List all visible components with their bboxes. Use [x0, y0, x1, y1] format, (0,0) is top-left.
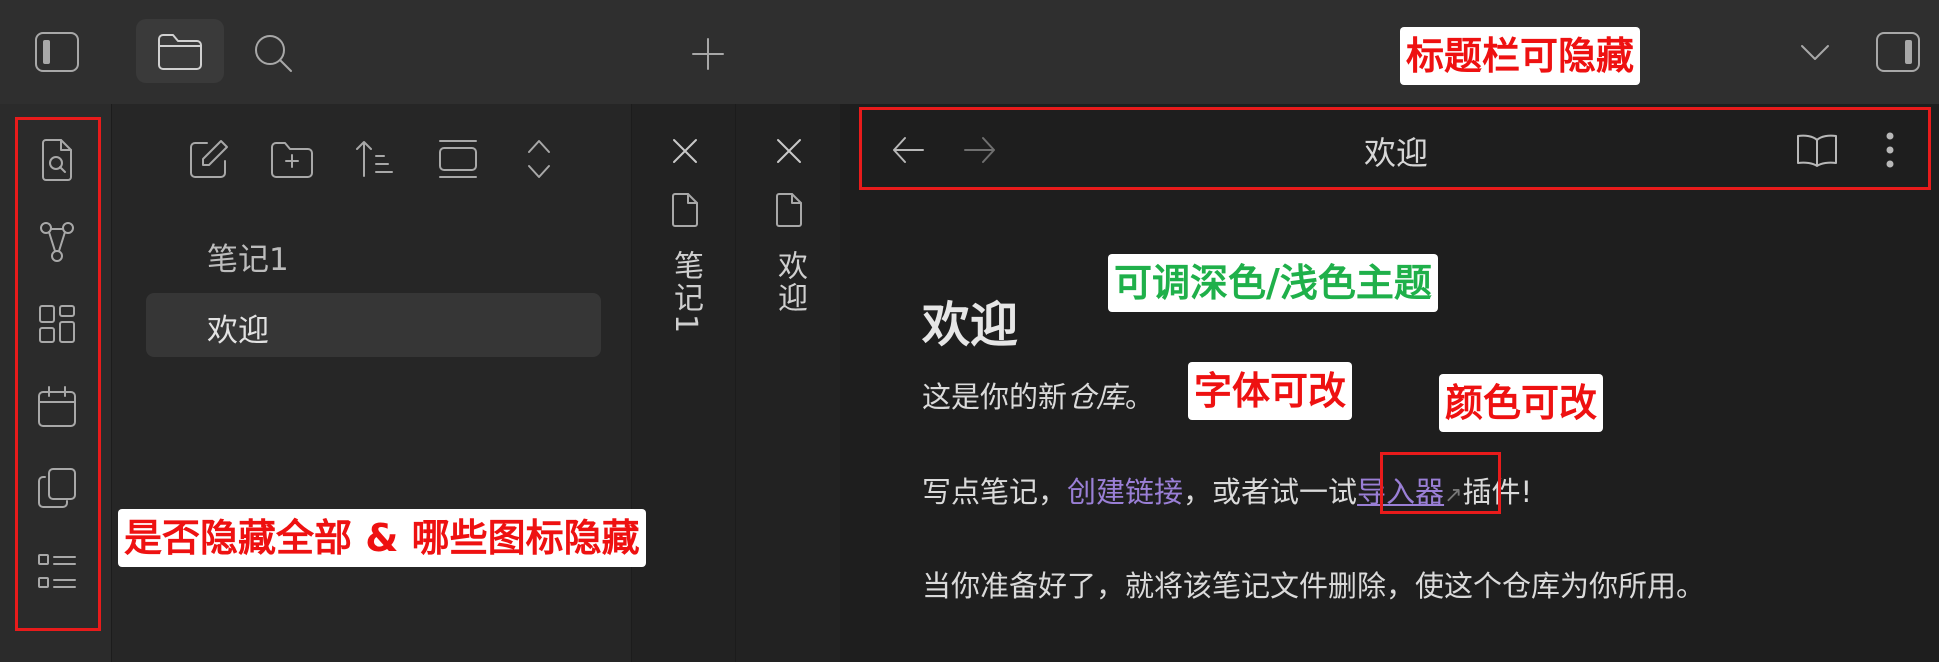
- plus-icon[interactable]: [690, 36, 726, 76]
- annotation-theme: 可调深色/浅色主题: [1108, 254, 1438, 312]
- search-icon[interactable]: [251, 31, 295, 79]
- annotation-titlebar: 标题栏可隐藏: [1400, 27, 1641, 85]
- p1-italic: 仓库: [1067, 380, 1126, 414]
- sort-icon[interactable]: [354, 138, 396, 184]
- internal-link[interactable]: 创建链接: [1067, 475, 1183, 509]
- file-tab-1-icon: [670, 192, 700, 232]
- stacked-tab-1[interactable]: [632, 104, 736, 662]
- annotation-font: 字体可改: [1188, 362, 1353, 420]
- document-paragraph-3: 当你准备好了，就将该笔记文件删除，使这个仓库为你所用。: [922, 569, 1706, 603]
- stacked-tab-2[interactable]: [736, 104, 840, 662]
- file-tab-2-icon: [774, 192, 804, 232]
- sidebar-right-toggle-icon[interactable]: [1874, 30, 1922, 78]
- ribbon-highlight-box: [15, 117, 101, 631]
- annotation-ribbon: 是否隐藏全部 & 哪些图标隐藏: [118, 509, 646, 567]
- collapse-view-icon[interactable]: [436, 137, 480, 185]
- p1-suffix: 。: [1125, 380, 1155, 414]
- p2-prefix: 写点笔记，: [922, 475, 1068, 509]
- expand-collapse-icon[interactable]: [524, 136, 554, 186]
- p1-prefix: 这是你的新: [922, 380, 1068, 414]
- p2-middle: ，或者试一试: [1183, 475, 1358, 509]
- close-tab-2-icon[interactable]: [775, 137, 803, 169]
- document-heading: 欢迎: [922, 297, 1019, 353]
- link-highlight-box: [1380, 452, 1501, 514]
- document-paragraph-1: 这是你的新仓库。: [922, 374, 1154, 416]
- stacked-tab-1-title[interactable]: 笔记1: [663, 250, 707, 335]
- new-note-icon[interactable]: [187, 137, 231, 185]
- stacked-tab-2-title[interactable]: 欢迎: [767, 250, 811, 314]
- sidebar-left-toggle-icon[interactable]: [33, 30, 81, 78]
- file-item-note1[interactable]: 笔记1: [207, 234, 289, 279]
- close-tab-1-icon[interactable]: [671, 137, 699, 169]
- new-folder-icon[interactable]: [269, 139, 315, 183]
- header-highlight-box: [859, 107, 1931, 190]
- file-explorer-pane: [112, 104, 632, 662]
- folder-icon: [156, 31, 204, 75]
- annotation-color: 颜色可改: [1439, 374, 1604, 432]
- file-item-welcome[interactable]: 欢迎: [207, 305, 269, 350]
- chevron-down-icon[interactable]: [1798, 40, 1832, 68]
